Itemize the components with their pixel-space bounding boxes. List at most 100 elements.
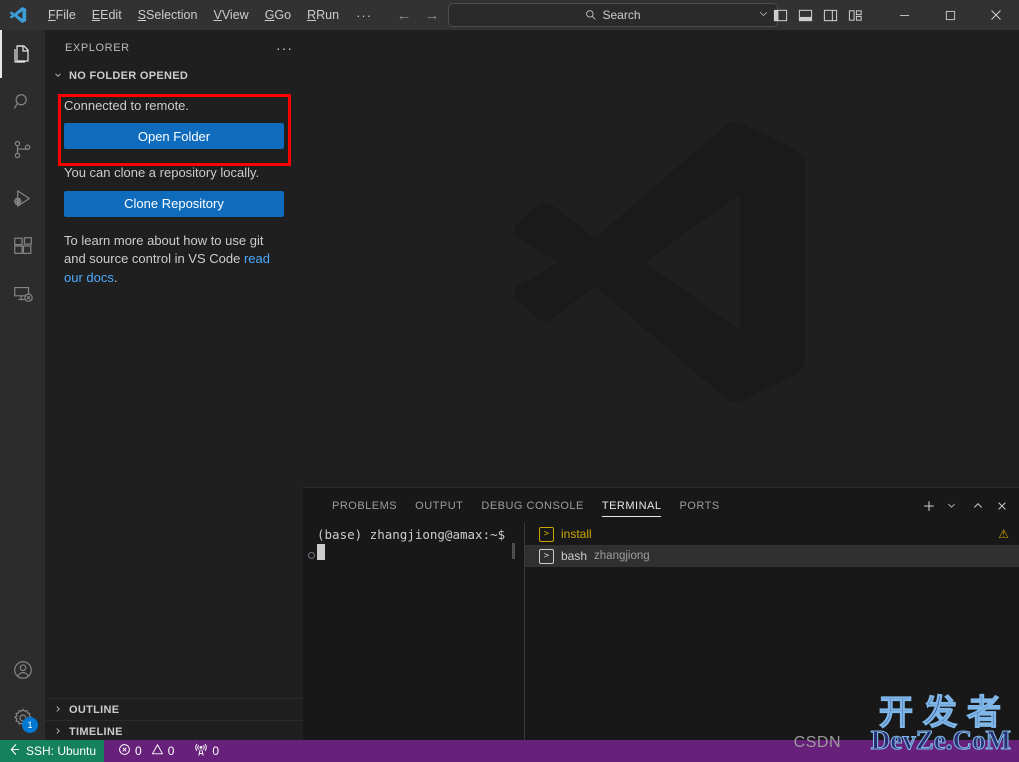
section-timeline[interactable]: TIMELINE: [45, 720, 303, 742]
connected-to-remote-text: Connected to remote.: [64, 98, 190, 113]
clone-hint-text: You can clone a repository locally.: [64, 165, 260, 181]
new-terminal-dropdown-chevron-down-icon[interactable]: [940, 495, 962, 517]
terminal-output[interactable]: (base) zhangjiong@amax:~$: [303, 523, 521, 743]
sidebar-collapsed-sections: OUTLINE TIMELINE: [45, 698, 303, 742]
command-center-search[interactable]: Search: [448, 3, 778, 27]
clone-repository-button[interactable]: Clone Repository: [64, 190, 284, 217]
sidebar-item-extensions[interactable]: [0, 222, 45, 270]
panel-tab-bar: PROBLEMS OUTPUT DEBUG CONSOLE TERMINAL P…: [303, 488, 1019, 523]
new-terminal-button[interactable]: [918, 495, 940, 517]
tab-terminal[interactable]: TERMINAL: [593, 488, 671, 523]
search-label: Search: [602, 8, 641, 22]
terminal-tab-install[interactable]: > install ⚠: [525, 523, 1019, 545]
menu-selection[interactable]: SSelection: [130, 4, 206, 26]
tab-output[interactable]: OUTPUT: [406, 488, 472, 523]
close-button[interactable]: [973, 0, 1019, 30]
open-folder-button[interactable]: Open Folder: [64, 123, 284, 150]
remote-explorer-icon: [13, 286, 33, 302]
terminal-prompt-line: (base) zhangjiong@amax:~$: [317, 527, 506, 542]
tab-problems[interactable]: PROBLEMS: [323, 488, 406, 523]
maximize-panel-button[interactable]: [967, 495, 989, 517]
menu-more[interactable]: ···: [347, 6, 381, 25]
chevron-right-icon: [51, 704, 65, 716]
bottom-panel: PROBLEMS OUTPUT DEBUG CONSOLE TERMINAL P…: [303, 487, 1019, 743]
menu-go[interactable]: GGo: [257, 4, 299, 26]
menu-view[interactable]: VView: [205, 4, 256, 26]
menu-view-label: View: [221, 8, 249, 22]
section-label: NO FOLDER OPENED: [69, 70, 189, 82]
panel-actions: [915, 488, 1013, 523]
activity-bar: 1: [0, 30, 45, 742]
title-bar: FFile EEdit SSelection VView GGo RRun ··…: [0, 0, 1019, 30]
error-circle-icon: [118, 743, 131, 759]
sidebar-more-actions[interactable]: ···: [276, 40, 293, 56]
terminal-tab-list: > install ⚠ > bash zhangjiong: [525, 523, 1019, 743]
menu-run[interactable]: RRun: [299, 4, 347, 26]
radio-tower-icon: [194, 743, 208, 760]
no-folder-body: Connected to remote. Open Folder You can…: [45, 97, 303, 287]
menu-selection-label: Selection: [146, 8, 198, 22]
outline-label: OUTLINE: [69, 703, 120, 716]
run-debug-icon: [13, 189, 30, 207]
tab-ports[interactable]: PORTS: [670, 488, 728, 523]
forward-arrow-icon[interactable]: →: [424, 7, 440, 24]
timeline-label: TIMELINE: [69, 725, 123, 738]
vscode-logo-watermark-icon: [500, 102, 820, 427]
chevron-down-icon: [51, 70, 65, 82]
docs-text-before: To learn more about how to use git and s…: [64, 232, 264, 267]
source-control-icon: [14, 140, 30, 159]
accounts-button[interactable]: [0, 646, 45, 694]
menu-edit[interactable]: EEdit: [84, 4, 130, 26]
minimize-button[interactable]: [881, 0, 927, 30]
sidebar-item-source-control[interactable]: [0, 126, 45, 174]
title-bar-right: [772, 0, 1019, 30]
sidebar-item-remote-explorer[interactable]: [0, 270, 45, 318]
docs-hint-text: To learn more about how to use git and s…: [64, 232, 284, 287]
status-remote-host[interactable]: SSH: Ubuntu: [0, 740, 105, 762]
menu-go-label: Go: [274, 8, 292, 22]
settings-badge: 1: [22, 717, 38, 733]
toggle-secondary-sidebar-icon[interactable]: [822, 7, 838, 23]
search-icon: [13, 94, 27, 109]
warning-triangle-icon: [151, 743, 164, 759]
remote-host-label: SSH: Ubuntu: [26, 744, 97, 758]
terminal-tab-description: zhangjiong: [594, 550, 650, 562]
close-panel-button[interactable]: [991, 495, 1013, 517]
remote-host-icon: [8, 743, 21, 759]
sidebar-item-search[interactable]: [0, 78, 45, 126]
chevron-down-icon[interactable]: [758, 8, 769, 22]
section-outline[interactable]: OUTLINE: [45, 698, 303, 720]
menu-edit-label: Edit: [100, 8, 122, 22]
warning-triangle-icon: ⚠: [998, 527, 1009, 541]
manage-settings-button[interactable]: 1: [0, 694, 45, 742]
terminal-tab-label: install: [561, 527, 592, 541]
toggle-panel-icon[interactable]: [797, 7, 813, 23]
navigation-arrows: ← →: [396, 0, 440, 30]
editor-area: [303, 30, 1019, 487]
vscode-logo-icon: [0, 0, 36, 30]
status-ports[interactable]: 0: [188, 740, 225, 762]
terminal-body: (base) zhangjiong@amax:~$ > install ⚠ > …: [303, 523, 1019, 743]
toggle-primary-sidebar-icon[interactable]: [772, 7, 788, 23]
sidebar-title-label: EXPLORER: [65, 41, 130, 54]
section-no-folder-opened[interactable]: NO FOLDER OPENED: [45, 65, 303, 87]
tab-debug-console[interactable]: DEBUG CONSOLE: [472, 488, 592, 523]
menu-file[interactable]: FFile: [40, 4, 84, 26]
maximize-button[interactable]: [927, 0, 973, 30]
vscode-window: FFile EEdit SSelection VView GGo RRun ··…: [0, 0, 1019, 762]
terminal-tab-label: bash: [561, 549, 588, 563]
back-arrow-icon[interactable]: ←: [396, 7, 412, 24]
status-problems[interactable]: 0 0: [112, 740, 180, 762]
warning-count: 0: [167, 744, 175, 758]
watermark-brand-text: CSDN: [793, 734, 841, 751]
terminal-cursor: [317, 544, 325, 560]
sidebar-item-run-and-debug[interactable]: [0, 174, 45, 222]
account-icon: [13, 661, 32, 679]
terminal-tab-bash[interactable]: > bash zhangjiong: [525, 545, 1019, 567]
search-icon: [585, 9, 597, 21]
sidebar-item-explorer[interactable]: [0, 30, 45, 78]
terminal-cursor-line: [317, 544, 521, 562]
terminal-scrollbar[interactable]: [512, 543, 515, 559]
customize-layout-icon[interactable]: [847, 7, 863, 23]
layout-controls: [772, 7, 863, 23]
